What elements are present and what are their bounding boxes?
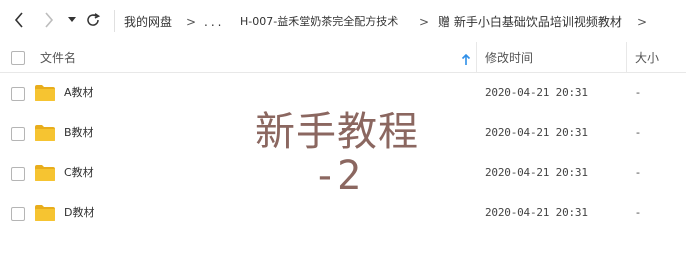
breadcrumb-separator: > <box>637 15 648 29</box>
folder-icon <box>35 205 55 221</box>
row-checkbox[interactable] <box>11 167 25 181</box>
watermark-subtitle: -2 <box>312 153 362 199</box>
column-header: 文件名 修改时间 大小 <box>0 42 686 73</box>
file-size: - <box>636 126 640 139</box>
dropdown-icon[interactable] <box>62 8 82 32</box>
folder-icon <box>35 165 55 181</box>
file-name[interactable]: A教材 <box>64 73 94 113</box>
file-modified: 2020-04-21 20:31 <box>485 86 588 99</box>
breadcrumb-item-current[interactable]: 赠 新手小白基础饮品培训视频教材 <box>438 0 622 40</box>
file-row[interactable]: D教材 2020-04-21 20:31 - <box>0 193 686 233</box>
watermark-title: 新手教程 <box>255 109 419 155</box>
column-size[interactable]: 大小 <box>635 42 659 72</box>
file-name[interactable]: D教材 <box>64 193 94 233</box>
row-checkbox[interactable] <box>11 127 25 141</box>
row-checkbox[interactable] <box>11 207 25 221</box>
row-checkbox[interactable] <box>11 87 25 101</box>
file-size: - <box>636 206 640 219</box>
column-name[interactable]: 文件名 <box>40 42 76 72</box>
file-size: - <box>636 86 640 99</box>
back-icon[interactable] <box>8 8 30 32</box>
file-size: - <box>636 166 640 179</box>
select-all-checkbox[interactable] <box>11 51 25 65</box>
forward-icon[interactable] <box>38 8 60 32</box>
refresh-icon[interactable] <box>82 8 104 32</box>
file-name[interactable]: C教材 <box>64 153 94 193</box>
file-modified: 2020-04-21 20:31 <box>485 206 588 219</box>
file-name[interactable]: B教材 <box>64 113 94 153</box>
breadcrumb-item-my-drive[interactable]: 我的网盘 <box>124 0 172 40</box>
breadcrumb-item-folder[interactable]: H-007-益禾堂奶茶完全配方技术 <box>240 0 398 40</box>
column-modified[interactable]: 修改时间 <box>485 42 533 72</box>
file-row[interactable]: A教材 2020-04-21 20:31 - <box>0 73 686 113</box>
file-modified: 2020-04-21 20:31 <box>485 126 588 139</box>
sort-up-icon[interactable] <box>461 51 471 70</box>
folder-icon <box>35 85 55 101</box>
file-modified: 2020-04-21 20:31 <box>485 166 588 179</box>
breadcrumb-item-ellipsis[interactable]: ... <box>204 0 224 40</box>
folder-icon <box>35 125 55 141</box>
toolbar: 我的网盘 > ... H-007-益禾堂奶茶完全配方技术 > 赠 新手小白基础饮… <box>0 0 686 40</box>
breadcrumb-separator: > <box>419 15 430 29</box>
breadcrumb-separator: > <box>186 15 197 29</box>
